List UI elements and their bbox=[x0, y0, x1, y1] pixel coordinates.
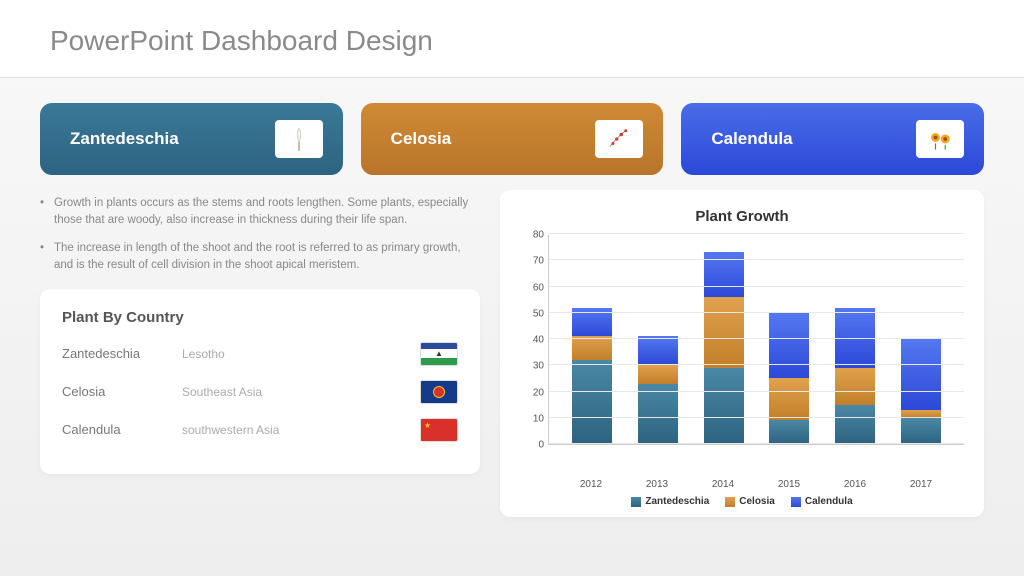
chart-title: Plant Growth bbox=[520, 208, 964, 225]
chart-x-axis: 2012 2013 2014 2015 2016 2017 bbox=[548, 475, 964, 490]
chart-legend: Zantedeschia Celosia Calendula bbox=[520, 496, 964, 507]
card-label: Calendula bbox=[711, 129, 792, 149]
country-panel-title: Plant By Country bbox=[62, 309, 458, 326]
x-tick-label: 2016 bbox=[835, 479, 875, 490]
bar-group bbox=[704, 252, 744, 444]
bar-segment bbox=[901, 418, 941, 444]
country-panel: Plant By Country ZantedeschiaLesotho▲ Cel… bbox=[40, 289, 480, 474]
chart-panel: Plant Growth 01020304050607080 201220132… bbox=[500, 190, 984, 517]
y-tick-label: 20 bbox=[533, 387, 544, 398]
x-tick-label: 2013 bbox=[637, 479, 677, 490]
country-row: ZantedeschiaLesotho▲ bbox=[62, 342, 458, 366]
legend-swatch-icon bbox=[791, 497, 801, 507]
bar-group bbox=[769, 313, 809, 444]
y-tick-label: 60 bbox=[533, 282, 544, 293]
x-tick-label: 2012 bbox=[571, 479, 611, 490]
card-calendula[interactable]: Calendula bbox=[681, 103, 984, 175]
bar-segment bbox=[704, 368, 744, 444]
card-celosia[interactable]: Celosia bbox=[361, 103, 664, 175]
chart-area: 01020304050607080 bbox=[520, 235, 964, 475]
country-row: CelosiaSoutheast Asia bbox=[62, 380, 458, 404]
legend-item: Calendula bbox=[791, 496, 853, 507]
bar-segment bbox=[638, 336, 678, 365]
bar-segment bbox=[769, 378, 809, 420]
bar-segment bbox=[901, 339, 941, 410]
flower-zantedeschia-icon bbox=[275, 120, 323, 158]
y-tick-label: 0 bbox=[538, 440, 544, 451]
bullet-item: The increase in length of the shoot and … bbox=[40, 240, 480, 273]
country-region: Lesotho bbox=[182, 347, 420, 361]
x-tick-label: 2014 bbox=[703, 479, 743, 490]
page-title: PowerPoint Dashboard Design bbox=[50, 25, 974, 57]
x-tick-label: 2015 bbox=[769, 479, 809, 490]
legend-label: Zantedeschia bbox=[645, 496, 709, 507]
country-plant: Celosia bbox=[62, 384, 182, 399]
bullet-list: Growth in plants occurs as the stems and… bbox=[40, 195, 480, 274]
card-zantedeschia[interactable]: Zantedeschia bbox=[40, 103, 343, 175]
bar-group bbox=[901, 339, 941, 444]
y-tick-label: 50 bbox=[533, 308, 544, 319]
y-tick-label: 40 bbox=[533, 335, 544, 346]
bar-segment bbox=[572, 360, 612, 444]
x-tick-label: 2017 bbox=[901, 479, 941, 490]
y-tick-label: 80 bbox=[533, 230, 544, 241]
country-region: southwestern Asia bbox=[182, 423, 420, 437]
country-plant: Calendula bbox=[62, 422, 182, 437]
flower-celosia-icon bbox=[595, 120, 643, 158]
bar-segment bbox=[769, 313, 809, 379]
y-tick-label: 10 bbox=[533, 413, 544, 424]
flower-calendula-icon bbox=[916, 120, 964, 158]
flag-asean-icon bbox=[420, 380, 458, 404]
left-column: Growth in plants occurs as the stems and… bbox=[40, 190, 480, 517]
bar-group bbox=[572, 308, 612, 445]
bar-segment bbox=[704, 297, 744, 368]
chart-plot bbox=[548, 235, 964, 445]
bar-segment bbox=[835, 368, 875, 405]
legend-label: Calendula bbox=[805, 496, 853, 507]
country-plant: Zantedeschia bbox=[62, 346, 182, 361]
bar-segment bbox=[572, 336, 612, 360]
legend-item: Zantedeschia bbox=[631, 496, 709, 507]
y-tick-label: 30 bbox=[533, 361, 544, 372]
bar-segment bbox=[835, 405, 875, 444]
bar-segment bbox=[638, 384, 678, 444]
legend-label: Celosia bbox=[739, 496, 775, 507]
card-label: Zantedeschia bbox=[70, 129, 179, 149]
y-tick-label: 70 bbox=[533, 256, 544, 267]
legend-item: Celosia bbox=[725, 496, 775, 507]
flag-china-icon: ★ bbox=[420, 418, 458, 442]
content-row: Growth in plants occurs as the stems and… bbox=[0, 190, 1024, 517]
header: PowerPoint Dashboard Design bbox=[0, 0, 1024, 78]
card-label: Celosia bbox=[391, 129, 451, 149]
country-row: Calendulasouthwestern Asia★ bbox=[62, 418, 458, 442]
cards-row: Zantedeschia Celosia Calendula bbox=[0, 78, 1024, 190]
legend-swatch-icon bbox=[631, 497, 641, 507]
chart-y-axis: 01020304050607080 bbox=[520, 235, 548, 445]
bar-segment bbox=[638, 365, 678, 383]
flag-lesotho-icon: ▲ bbox=[420, 342, 458, 366]
bullet-item: Growth in plants occurs as the stems and… bbox=[40, 195, 480, 228]
bar-group bbox=[835, 308, 875, 445]
legend-swatch-icon bbox=[725, 497, 735, 507]
country-region: Southeast Asia bbox=[182, 385, 420, 399]
bar-segment bbox=[769, 420, 809, 444]
